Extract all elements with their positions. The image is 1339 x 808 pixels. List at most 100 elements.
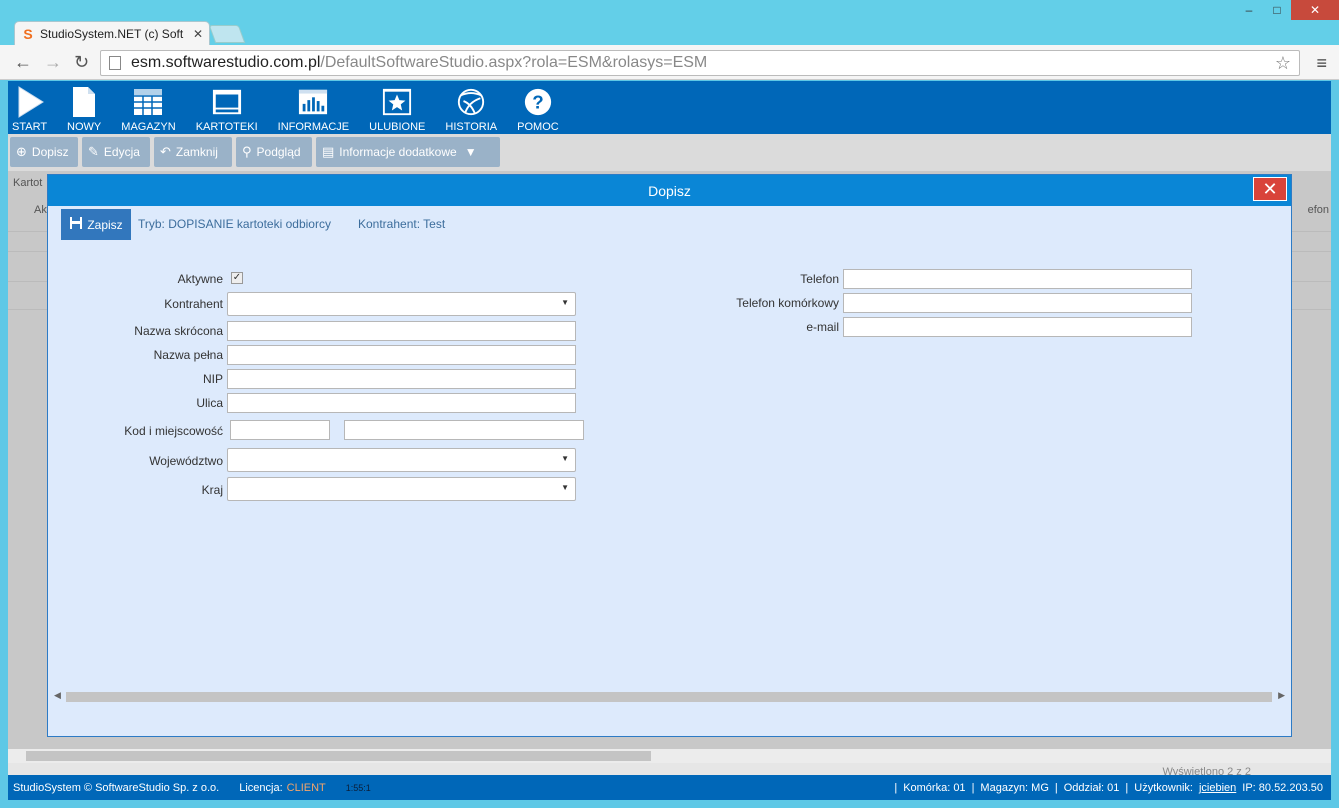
- nip-input[interactable]: [227, 369, 576, 389]
- ip-text: IP: 80.52.203.50: [1242, 781, 1323, 794]
- full-name-input[interactable]: [227, 345, 576, 365]
- scrollbar-track[interactable]: [66, 692, 1272, 702]
- street-input[interactable]: [227, 393, 576, 413]
- dialog-body: Zapisz Tryb: DOPISANIE kartoteki odbiorc…: [48, 206, 1291, 736]
- dropdown-arrow-icon: ▼: [561, 483, 569, 492]
- phone-label: Telefon: [800, 272, 839, 286]
- toolbar-magazyn[interactable]: MAGAZYN: [121, 81, 176, 134]
- mobile-input[interactable]: [843, 293, 1192, 313]
- scroll-right-icon[interactable]: ▶: [1278, 690, 1285, 701]
- back-icon[interactable]: ←: [14, 52, 32, 73]
- toolbar-label: POMOC: [517, 121, 559, 133]
- toolbar-historia[interactable]: HISTORIA: [445, 81, 497, 134]
- dialog-title: Dopisz: [648, 182, 691, 199]
- new-tab-button[interactable]: [208, 25, 246, 43]
- user-link[interactable]: jciebien: [1199, 782, 1236, 794]
- kontrahent-label: Kontrahent: [164, 297, 223, 311]
- main-toolbar: START NOWY MAGAZYN KARTOTEKI INFORMACJE: [8, 81, 1331, 134]
- address-bar: ← → ↻ esm.softwarestudio.com.pl/DefaultS…: [0, 45, 1339, 80]
- tab-close-icon[interactable]: ✕: [193, 27, 203, 41]
- dialog-close-button[interactable]: ✕: [1253, 177, 1287, 201]
- dropdown-arrow-icon: ▼: [561, 454, 569, 463]
- browser-menu-icon[interactable]: ≡: [1316, 53, 1327, 74]
- toolbar-label: ULUBIONE: [369, 121, 426, 133]
- bookmark-star-icon[interactable]: ☆: [1275, 53, 1291, 74]
- edit-button-label: Edycja: [103, 145, 140, 159]
- phone-input[interactable]: [843, 269, 1192, 289]
- oddzial-text: Oddział: 01: [1063, 781, 1120, 794]
- postal-code-input[interactable]: [230, 420, 330, 440]
- chart-icon: [298, 86, 328, 118]
- country-select[interactable]: ▼: [227, 477, 576, 501]
- forward-icon[interactable]: →: [44, 52, 62, 73]
- short-name-label: Nazwa skrócona: [134, 324, 223, 338]
- short-name-input[interactable]: [227, 321, 576, 341]
- maximize-icon[interactable]: □: [1263, 0, 1291, 20]
- browser-tabstrip: S StudioSystem.NET (c) Soft ✕ – □ ✕: [0, 0, 1339, 45]
- add-dialog: Dopisz ✕ Zapisz Tryb: DOPISANIE kartotek…: [47, 174, 1292, 737]
- background-column-header: efon: [1307, 204, 1329, 216]
- footer-divider: |: [1054, 781, 1058, 794]
- star-icon: [382, 86, 412, 118]
- street-label: Ulica: [196, 396, 223, 410]
- toolbar-label: HISTORIA: [445, 121, 498, 133]
- svg-text:?: ?: [532, 92, 543, 113]
- kontrahent-select[interactable]: ▼: [227, 292, 576, 316]
- toolbar-label: NOWY: [67, 121, 102, 133]
- email-input[interactable]: [843, 317, 1192, 337]
- dialog-scrollbar[interactable]: ◀ ▶: [52, 690, 1287, 704]
- mobile-label: Telefon komórkowy: [736, 296, 839, 310]
- toolbar-new[interactable]: NOWY: [67, 81, 101, 134]
- help-icon: ?: [523, 86, 553, 118]
- edit-icon: ✎: [88, 144, 99, 159]
- footer-info: | Komórka: 01 | Magazyn: MG | Oddział: 01 |…: [888, 782, 1331, 794]
- toolbar-informacje[interactable]: INFORMACJE: [277, 81, 350, 134]
- tab-title: StudioSystem.NET (c) Soft: [40, 26, 184, 41]
- add-button-label: Dopisz: [31, 145, 69, 159]
- footer-divider: |: [971, 781, 975, 794]
- preview-button[interactable]: ⚲ Podgląd: [236, 137, 312, 167]
- city-input[interactable]: [344, 420, 584, 440]
- toolbar-pomoc[interactable]: ? POMOC: [517, 81, 559, 134]
- email-label: e-mail: [806, 320, 839, 334]
- more-info-button[interactable]: ▤ Informacje dodatkowe ▼: [316, 137, 500, 167]
- grid-icon: [133, 86, 163, 118]
- page-icon: [109, 56, 121, 70]
- komorka-text: Komórka: 01: [903, 781, 966, 794]
- background-title: Kartot: [13, 177, 43, 189]
- mode-text: Tryb: DOPISANIE kartoteki odbiorcy: [138, 217, 331, 231]
- license-value: CLIENT: [286, 781, 326, 794]
- grid-scrollbar[interactable]: [8, 749, 1331, 763]
- scrollbar-thumb[interactable]: [26, 751, 651, 761]
- voivodeship-select[interactable]: ▼: [227, 448, 576, 472]
- close-record-button[interactable]: ↶ Zamknij: [154, 137, 232, 167]
- dropdown-arrow-icon: ▼: [561, 298, 569, 307]
- window-close-icon[interactable]: ✕: [1291, 0, 1339, 20]
- studio-logo-icon: S: [23, 25, 33, 42]
- browser-tab[interactable]: S StudioSystem.NET (c) Soft ✕: [14, 21, 210, 45]
- preview-button-label: Podgląd: [256, 145, 301, 159]
- play-icon: [15, 86, 45, 118]
- clock-text: 1:55:1: [345, 782, 371, 793]
- url-input[interactable]: esm.softwarestudio.com.pl/DefaultSoftwar…: [100, 50, 1300, 76]
- close-icon: ✕: [1262, 178, 1278, 199]
- document-icon: [69, 86, 99, 118]
- edit-button[interactable]: ✎ Edycja: [82, 137, 150, 167]
- active-checkbox[interactable]: ✓: [231, 272, 243, 284]
- url-path: /DefaultSoftwareStudio.aspx?rola=ESM&rol…: [320, 54, 708, 71]
- toolbar-start[interactable]: START: [12, 81, 47, 134]
- url-host: esm.softwarestudio.com.pl: [131, 54, 321, 71]
- scroll-left-icon[interactable]: ◀: [54, 690, 61, 701]
- copyright-text: StudioSystem © SoftwareStudio Sp. z o.o.: [13, 781, 220, 794]
- reload-icon[interactable]: ↻: [74, 52, 89, 73]
- add-button[interactable]: ⊕ Dopisz: [10, 137, 78, 167]
- save-button[interactable]: Zapisz: [61, 209, 131, 240]
- toolbar-label: INFORMACJE: [277, 121, 350, 133]
- toolbar-label: MAGAZYN: [121, 121, 176, 133]
- close-button-label: Zamknij: [175, 145, 218, 159]
- minimize-icon[interactable]: –: [1235, 0, 1263, 20]
- toolbar-ulubione[interactable]: ULUBIONE: [369, 81, 425, 134]
- footer-divider: |: [1125, 781, 1129, 794]
- toolbar-kartoteki[interactable]: KARTOTEKI: [196, 81, 258, 134]
- dialog-titlebar: Dopisz ✕: [48, 175, 1291, 206]
